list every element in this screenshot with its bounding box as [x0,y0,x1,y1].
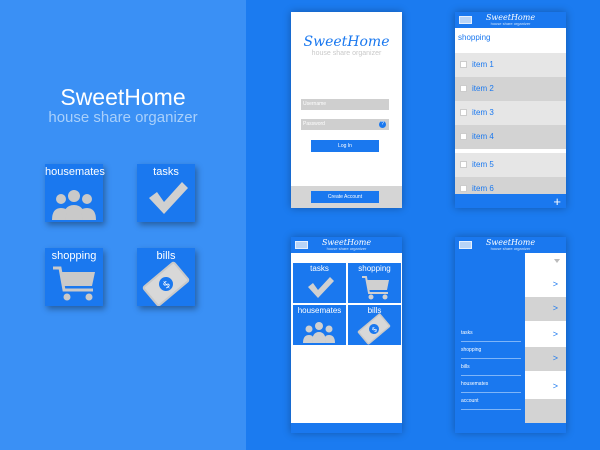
item-label: item 2 [472,84,494,93]
checkmark-icon [149,182,188,214]
top-bar: SweetHome house share organizer [455,237,566,253]
header-subtitle: house share organizer [490,246,531,251]
list-title: shopping [455,28,566,48]
banknote-icon: $ [357,313,391,345]
drawer-item-bills[interactable]: bills [461,359,521,376]
bottom-bar: + [455,194,566,208]
item-label: item 6 [472,184,494,193]
item-label: item 5 [472,160,494,169]
password-placeholder: Password [303,121,325,127]
item-label: item 3 [472,108,494,117]
shopping-screen: SweetHome house share organizer shopping… [455,12,566,208]
nav-drawer: tasks shopping bills housemates account [455,253,525,433]
tile-bills[interactable]: bills $ [137,248,195,306]
people-icon [303,322,335,343]
drawer-item-housemates[interactable]: housemates [461,376,521,393]
login-logo: SweetHome [303,34,390,50]
help-icon[interactable]: ? [379,121,386,128]
bottom-bar [455,423,566,433]
list-item[interactable]: item 1 [455,53,566,77]
list-item[interactable]: item 4 [455,125,566,149]
chevron-right-icon: > [552,303,558,313]
grid-tile-tasks[interactable]: tasks [293,263,346,303]
chevron-right-icon: > [552,279,558,289]
header-subtitle: house share organizer [326,246,367,251]
list-item[interactable]: item 3 [455,101,566,125]
login-footer: Create Account [291,186,402,208]
create-account-button[interactable]: Create Account [311,191,379,203]
item-label: item 1 [472,60,494,69]
checkbox[interactable] [460,133,467,140]
list-item[interactable]: item 2 [455,77,566,101]
checkbox[interactable] [460,85,467,92]
menu-screen: SweetHome house share organizer > > > > … [455,237,566,433]
brand-subtitle: house share organizer [48,109,198,126]
filter-icon[interactable] [554,259,560,263]
username-field[interactable]: Username [301,99,389,110]
login-subtitle: house share organizer [311,50,382,57]
cart-icon [53,266,95,301]
banknote-icon: $ [142,261,190,306]
showcase-panel [0,0,246,450]
top-bar: SweetHome house share organizer [455,12,566,28]
bottom-bar [291,423,402,433]
chevron-right-icon: > [552,329,558,339]
cart-icon [362,276,389,300]
list-row[interactable]: > [525,375,566,399]
grid-tile-bills[interactable]: bills $ [348,305,401,345]
list-row[interactable]: > [525,297,566,321]
brand-title: SweetHome [60,84,186,110]
list-row[interactable]: > [525,347,566,371]
people-icon [52,190,96,220]
tile-shopping[interactable]: shopping [45,248,103,306]
checkmark-icon [308,277,334,298]
list-row[interactable] [525,399,566,423]
grid-tile-housemates[interactable]: housemates [293,305,346,345]
drawer-item-account[interactable]: account [461,393,521,410]
drawer-item-tasks[interactable]: tasks [461,325,521,342]
list-item[interactable]: item 5 [455,153,566,177]
add-item-button[interactable]: + [553,195,561,208]
list-row[interactable]: > [525,323,566,347]
checkbox[interactable] [460,109,467,116]
checkbox[interactable] [460,161,467,168]
top-bar: SweetHome house share organizer [291,237,402,253]
tile-tasks[interactable]: tasks [137,164,195,222]
item-label: item 4 [472,132,494,141]
chevron-right-icon: > [552,353,558,363]
list-row[interactable]: > [525,273,566,297]
grid-tile-shopping[interactable]: shopping [348,263,401,303]
login-screen: SweetHome house share organizer Username… [291,12,402,208]
tile-housemates[interactable]: housemates [45,164,105,222]
chevron-right-icon: > [552,381,558,391]
login-button[interactable]: Log In [311,140,379,152]
header-subtitle: house share organizer [490,21,531,26]
checkbox[interactable] [460,61,467,68]
checkbox[interactable] [460,185,467,192]
drawer-item-shopping[interactable]: shopping [461,342,521,359]
password-field[interactable]: Password ? [301,119,389,130]
home-screen: SweetHome house share organizer tasks sh… [291,237,402,433]
